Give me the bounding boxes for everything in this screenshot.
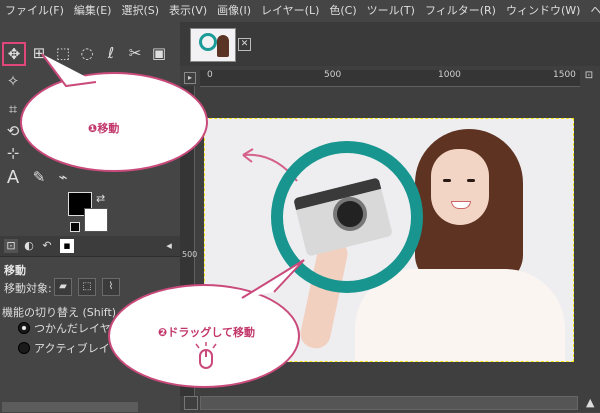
- callout-move-text: ❶移動: [88, 122, 120, 135]
- dock-tabs: ⊡ ◐ ↶ ▪ ◂: [0, 236, 180, 257]
- menu-tools[interactable]: ツール(T): [362, 0, 420, 22]
- wand-icon: ✧: [6, 72, 20, 90]
- image-tabbar: ✕: [180, 22, 600, 66]
- cage-tool-button[interactable]: ⊹: [2, 142, 24, 164]
- menu-help[interactable]: ヘルプ(H): [585, 0, 600, 22]
- color-picker-button[interactable]: ✎: [28, 166, 50, 188]
- reset-colors-icon[interactable]: [70, 222, 80, 232]
- menu-file[interactable]: ファイル(F): [0, 0, 69, 22]
- horizontal-scrollbar[interactable]: [200, 396, 578, 410]
- move-path-option[interactable]: ⌇: [102, 278, 120, 296]
- callout-drag-tail: [241, 259, 305, 299]
- scissors-select-button[interactable]: ✂: [124, 42, 146, 64]
- crop-icon: ⌗: [8, 100, 18, 118]
- device-status-tab[interactable]: ◐: [22, 239, 36, 253]
- images-tab[interactable]: ▪: [60, 239, 74, 253]
- move-layer-option[interactable]: ▰: [54, 278, 72, 296]
- menu-edit[interactable]: 編集(E): [69, 0, 117, 22]
- scissors-icon: ✂: [128, 44, 142, 62]
- callout-move-tail: [41, 53, 97, 88]
- quick-mask-toggle[interactable]: ▸: [184, 72, 196, 84]
- lasso-icon: ℓ: [107, 44, 115, 62]
- photo-face: [431, 149, 489, 225]
- menu-select[interactable]: 選択(S): [116, 0, 164, 22]
- photo-eye-left: [443, 179, 451, 182]
- pick-layer-radio[interactable]: [18, 322, 30, 334]
- undo-history-tab[interactable]: ↶: [40, 239, 54, 253]
- ruler-label-1500: 1500: [553, 70, 576, 80]
- tool-toggle-label: 機能の切り替え (Shift): [2, 306, 117, 319]
- ruler-vertical-label-500: 500: [182, 250, 198, 259]
- menu-colors[interactable]: 色(C): [324, 0, 361, 22]
- fuzzy-select-button[interactable]: ✧: [2, 70, 24, 92]
- move-tool-button[interactable]: ✥: [2, 42, 26, 66]
- transform-icon: ⟲: [6, 122, 20, 140]
- foreground-select-button[interactable]: ▣: [148, 42, 170, 64]
- text-tool-button[interactable]: A: [2, 166, 24, 188]
- eyedropper-icon: ✎: [32, 168, 46, 186]
- swap-colors-icon[interactable]: ⇄: [96, 192, 105, 205]
- move-icon: ✥: [7, 45, 21, 63]
- photo-dress: [355, 269, 565, 361]
- thumbnail-ring: [199, 33, 217, 51]
- close-image-icon[interactable]: ✕: [238, 38, 251, 51]
- thumbnail-figure: [217, 35, 229, 57]
- menu-filters[interactable]: フィルター(R): [420, 0, 501, 22]
- navigate-icon[interactable]: ⊡: [582, 70, 596, 84]
- ruler-label-0: 0: [207, 70, 213, 80]
- navigate-arrow-icon[interactable]: ▲: [586, 396, 594, 409]
- horizontal-ruler: 0 500 1000 1500: [200, 70, 580, 87]
- move-selection-option[interactable]: ⬚: [78, 278, 96, 296]
- ruler-label-1000: 1000: [438, 70, 461, 80]
- menu-view[interactable]: 表示(V): [164, 0, 212, 22]
- free-select-button[interactable]: ℓ: [100, 42, 122, 64]
- photo-eye-right: [467, 179, 475, 182]
- zoom-corner-icon[interactable]: [184, 396, 198, 410]
- active-layer-radio[interactable]: [18, 342, 30, 354]
- background-color-swatch[interactable]: [84, 208, 108, 232]
- paths-icon: ⌁: [58, 168, 68, 186]
- image-thumbnail[interactable]: [190, 28, 236, 62]
- ruler-label-500: 500: [324, 70, 342, 80]
- menubar: ファイル(F) 編集(E) 選択(S) 表示(V) 画像(I) レイヤー(L) …: [0, 0, 600, 22]
- cage-icon: ⊹: [6, 144, 20, 162]
- callout-drag-text: ❷ドラッグして移動: [158, 326, 255, 339]
- mouse-icon: [195, 342, 217, 369]
- text-icon: A: [6, 166, 20, 188]
- paths-tool-button[interactable]: ⌁: [52, 166, 74, 188]
- move-target-label: 移動対象:: [4, 282, 52, 295]
- tool-options-title: 移動: [4, 264, 26, 277]
- menu-windows[interactable]: ウィンドウ(W): [501, 0, 585, 22]
- menu-image[interactable]: 画像(I): [212, 0, 256, 22]
- foreground-select-icon: ▣: [151, 44, 167, 62]
- dock-menu-icon[interactable]: ◂: [162, 239, 176, 253]
- options-scrollbar[interactable]: [2, 402, 138, 412]
- tool-options-tab[interactable]: ⊡: [4, 239, 18, 253]
- menu-layer[interactable]: レイヤー(L): [256, 0, 324, 22]
